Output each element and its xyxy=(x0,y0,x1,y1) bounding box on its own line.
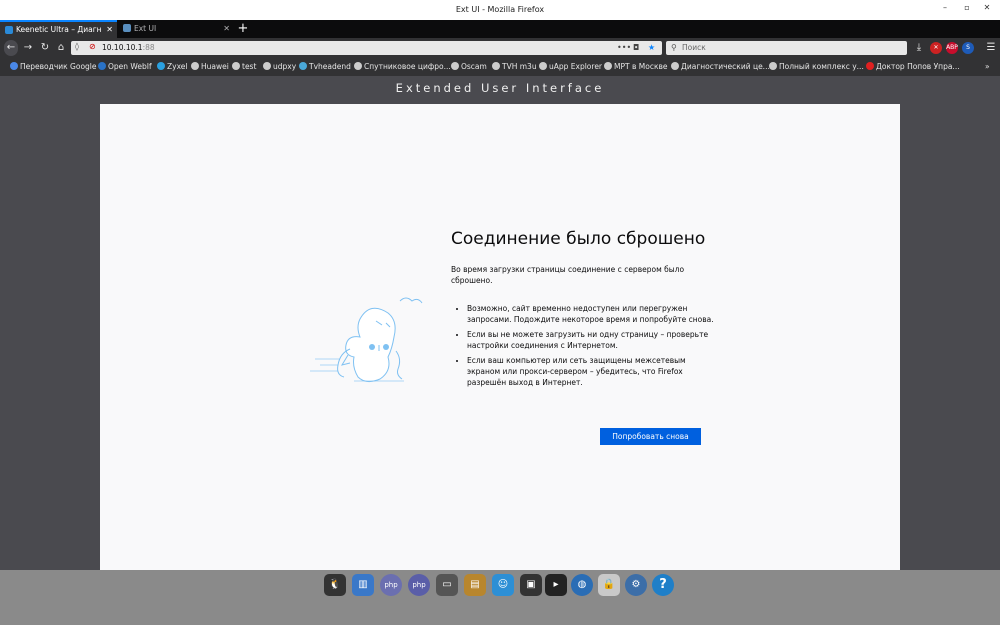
bookmark-zyxel[interactable]: Zyxel xyxy=(157,58,187,76)
bookmark-tvheadend[interactable]: Tvheadend xyxy=(299,58,351,76)
tab-label: Keenetic Ultra – Диагнос xyxy=(16,25,101,34)
close-window-button[interactable]: ✕ xyxy=(980,3,994,12)
bookmark-diagnostic[interactable]: Диагностический це... xyxy=(671,58,770,76)
globe-icon xyxy=(539,62,547,70)
app-dock: 🐧 ▥ php php ▭ ▤ ☺ ▣ ▸ ◍ 🔒 ⚙ ? xyxy=(0,570,1000,625)
new-tab-button[interactable]: + xyxy=(236,20,250,38)
translate-icon xyxy=(10,62,18,70)
bookmark-satellite[interactable]: Спутниковое цифро... xyxy=(354,58,451,76)
globe-icon xyxy=(191,62,199,70)
home-button[interactable]: ⌂ xyxy=(54,40,68,56)
dock-linux-icon[interactable]: 🐧 xyxy=(324,574,346,596)
dock-php-icon[interactable]: php xyxy=(380,574,402,596)
globe-icon xyxy=(492,62,500,70)
window-title: Ext UI - Mozilla Firefox xyxy=(455,5,545,14)
page-content: Extended User Interface Соединение было … xyxy=(0,76,1000,570)
extui-favicon-icon xyxy=(123,24,131,32)
bookmark-tvh-m3u[interactable]: TVH m3u xyxy=(492,58,537,76)
youtube-icon xyxy=(866,62,874,70)
tvheadend-icon xyxy=(299,62,307,70)
globe-icon xyxy=(769,62,777,70)
url-bar[interactable]: ◊ ⊘ 10.10.10.1:88 ••• ◘ ★ xyxy=(71,41,662,55)
bookmark-oscam[interactable]: Oscam xyxy=(451,58,487,76)
dock-settings-icon[interactable]: ⚙ xyxy=(625,574,647,596)
window-titlebar: Ext UI - Mozilla Firefox – ▫ ✕ xyxy=(0,0,1000,20)
close-icon[interactable]: ✕ xyxy=(223,20,230,38)
dock-drive-icon[interactable]: ▭ xyxy=(436,574,458,596)
tab-keenetic[interactable]: Keenetic Ultra – Диагнос ✕ xyxy=(0,20,117,38)
bookmark-open-webif[interactable]: Open WebIf xyxy=(98,58,152,76)
dock-monitor-icon[interactable]: ▣ xyxy=(520,574,542,596)
extension-adblock-icon[interactable]: ABP xyxy=(946,42,958,54)
dock-terminal-icon[interactable]: ▸ xyxy=(545,574,567,596)
globe-icon xyxy=(671,62,679,70)
bookmark-google-translate[interactable]: Переводчик Google xyxy=(10,58,97,76)
dock-lock-icon[interactable]: 🔒 xyxy=(598,574,620,596)
tab-label: Ext UI xyxy=(134,24,157,33)
download-button[interactable]: ⤓ xyxy=(912,40,926,56)
dock-finder-icon[interactable]: ☺ xyxy=(492,574,514,596)
globe-icon xyxy=(263,62,271,70)
connection-reset-illustration-icon xyxy=(310,297,423,383)
dock-stats-icon[interactable]: ▥ xyxy=(352,574,374,596)
pocket-icon[interactable]: ◘ xyxy=(633,41,639,55)
page-actions-button[interactable]: ••• xyxy=(617,41,631,55)
dock-phpinfo-icon[interactable]: php xyxy=(408,574,430,596)
maximize-button[interactable]: ▫ xyxy=(960,3,974,12)
globe-icon xyxy=(354,62,362,70)
error-suggestions-list: Возможно, сайт временно недоступен или п… xyxy=(455,303,717,392)
bookmark-star-icon[interactable]: ★ xyxy=(648,41,655,55)
reload-button[interactable]: ↻ xyxy=(38,40,52,56)
search-placeholder: Поиск xyxy=(682,43,706,52)
dock-help-icon[interactable]: ? xyxy=(652,574,674,596)
minimize-button[interactable]: – xyxy=(938,3,952,12)
globe-icon xyxy=(451,62,459,70)
bookmark-doctor-popov[interactable]: Доктор Попов Упра... xyxy=(866,58,960,76)
tab-bar: Keenetic Ultra – Диагнос ✕ Ext UI ✕ xyxy=(0,20,1000,38)
search-input[interactable]: ⚲ Поиск xyxy=(666,41,907,55)
extension-s-icon[interactable]: S xyxy=(962,42,974,54)
keenetic-favicon-icon xyxy=(5,26,13,34)
bookmark-mrt[interactable]: МРТ в Москве xyxy=(604,58,668,76)
shield-icon[interactable]: ◊ xyxy=(75,42,79,51)
forward-button[interactable]: → xyxy=(21,40,35,56)
error-description: Во время загрузки страницы соединение с … xyxy=(451,265,685,285)
bookmark-udpxy[interactable]: udpxy xyxy=(263,58,296,76)
error-panel: Соединение было сброшено Во время загруз… xyxy=(100,104,900,570)
globe-icon xyxy=(232,62,240,70)
webif-icon xyxy=(98,62,106,70)
try-again-button[interactable]: Попробовать снова xyxy=(600,428,701,445)
bookmark-complex[interactable]: Полный комплекс у... xyxy=(769,58,864,76)
page-header: Extended User Interface xyxy=(395,81,605,95)
dock-globe-icon[interactable]: ◍ xyxy=(571,574,593,596)
extension-blocker-icon[interactable]: ✕ xyxy=(930,42,942,54)
error-title: Соединение было сброшено xyxy=(451,229,706,249)
back-button[interactable]: ← xyxy=(4,40,18,56)
list-item: Если ваш компьютер или сеть защищены меж… xyxy=(467,355,717,388)
search-icon: ⚲ xyxy=(671,43,677,52)
list-item: Возможно, сайт временно недоступен или п… xyxy=(467,303,717,325)
bookmark-uapp-explorer[interactable]: uApp Explorer xyxy=(539,58,602,76)
insecure-lock-icon[interactable]: ⊘ xyxy=(89,42,96,51)
globe-icon xyxy=(604,62,612,70)
bookmarks-overflow-button[interactable]: » xyxy=(985,58,990,76)
dock-package-icon[interactable]: ▤ xyxy=(464,574,486,596)
bookmarks-toolbar: Переводчик Google Open WebIf Zyxel Huawe… xyxy=(0,58,1000,76)
tab-ext-ui[interactable]: Ext UI ✕ xyxy=(118,20,234,38)
bookmark-test[interactable]: test xyxy=(232,58,256,76)
bookmark-huawei[interactable]: Huawei xyxy=(191,58,229,76)
list-item: Если вы не можете загрузить ни одну стра… xyxy=(467,329,717,351)
url-text[interactable]: 10.10.10.1:88 xyxy=(102,41,155,55)
close-icon[interactable]: ✕ xyxy=(106,22,113,38)
menu-button[interactable]: ☰ xyxy=(984,40,998,56)
zyxel-icon xyxy=(157,62,165,70)
